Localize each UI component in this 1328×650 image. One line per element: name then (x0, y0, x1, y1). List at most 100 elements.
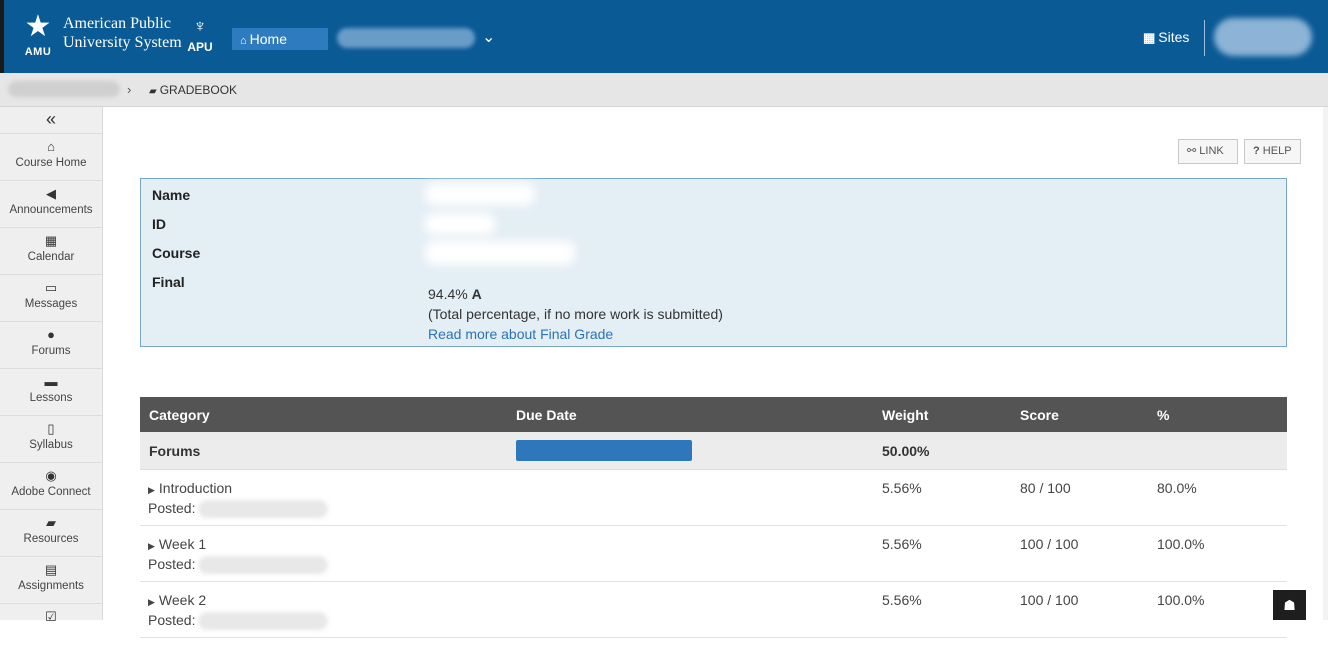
category-weight: 50.00% (882, 443, 930, 459)
assignment-name: Week 2 (158, 592, 207, 608)
home-icon: ⌂ (240, 35, 247, 47)
id-label: ID (152, 216, 166, 232)
due-date-redacted (516, 440, 692, 461)
gradebook-table: Category Due Date Weight Score % Forums … (140, 397, 1287, 638)
sidebar-item-lessons[interactable]: ▬ Lessons (0, 368, 102, 415)
column-header-percent[interactable]: % (1157, 407, 1169, 423)
sidebar-item-resources[interactable]: ▰ Resources (0, 509, 102, 556)
sidebar-item-label: Calendar (27, 251, 75, 263)
posted-date-redacted (198, 556, 328, 574)
final-letter: A (471, 286, 482, 302)
grid-icon: ▦ (1143, 30, 1156, 45)
sidebar-item-adobe-connect[interactable]: ◉ Adobe Connect (0, 462, 102, 509)
category-row: Forums 50.00% (140, 432, 1287, 470)
sidebar-item-calendar[interactable]: ▦ Calendar (0, 227, 102, 274)
sidebar-item-label: Messages (24, 298, 78, 310)
column-header-due-date[interactable]: Due Date (516, 407, 577, 423)
folder-icon: ▰ (46, 515, 56, 530)
header-divider (1204, 20, 1205, 56)
home-icon: ⌂ (47, 139, 55, 154)
sidebar-item-label: Adobe Connect (11, 486, 91, 498)
sidebar-item-assignments[interactable]: ▤ Assignments (0, 556, 102, 603)
assignment-score: 80 / 100 (1020, 480, 1071, 496)
globe-icon: ◉ (45, 468, 57, 483)
help-button[interactable]: ? HELP (1244, 139, 1301, 164)
caret-right-icon: ▶ (148, 597, 155, 607)
posted-label: Posted: (148, 612, 196, 628)
sidebar-item-label: Assignments (18, 580, 84, 592)
sidebar-item-messages[interactable]: ▭ Messages (0, 274, 102, 321)
table-row: ▶ Introduction Posted: 5.56% 80 / 100 80.… (140, 470, 1287, 526)
chat-button[interactable]: ☗ (1273, 590, 1306, 620)
final-label: Final (152, 274, 185, 290)
sidebar-item-label: Announcements (9, 204, 93, 216)
sidebar-item-next[interactable]: ☑ (0, 603, 102, 650)
question-icon: ? (1253, 145, 1260, 157)
assignment-toggle[interactable]: ▶ Introduction (148, 480, 232, 496)
star-icon: ★ (24, 10, 52, 43)
posted-date-redacted (198, 500, 328, 518)
sidebar-item-syllabus[interactable]: ▯ Syllabus (0, 415, 102, 462)
final-percent: 94.4% (428, 286, 468, 302)
chat-icon: ☗ (1283, 597, 1296, 613)
university-name[interactable]: American Public University System (63, 14, 182, 52)
amu-abbr: AMU (24, 46, 52, 58)
breadcrumb-current-label: GRADEBOOK (159, 83, 238, 97)
assignment-toggle[interactable]: ▶ Week 2 (148, 592, 206, 608)
amu-logo[interactable]: ★ AMU (18, 10, 58, 59)
table-row: ▶ Week 2 Posted: 5.56% 100 / 100 100.0% (140, 582, 1287, 638)
bullhorn-icon: ◀ (46, 186, 56, 201)
breadcrumb-course-redacted[interactable] (8, 81, 120, 97)
logo-line-2: University System (63, 34, 182, 51)
column-header-score[interactable]: Score (1020, 407, 1059, 423)
collapse-sidebar-button[interactable]: « (0, 107, 102, 133)
sites-button[interactable]: ▦ Sites (1143, 29, 1189, 46)
name-label: Name (152, 187, 191, 203)
help-label: HELP (1262, 145, 1292, 157)
category-name: Forums (149, 443, 201, 459)
caret-right-icon: ▶ (148, 541, 155, 551)
course-label: Course (152, 245, 201, 261)
course-selector-redacted[interactable] (337, 28, 475, 48)
scrollbar[interactable] (1323, 107, 1328, 620)
assignment-weight: 5.56% (882, 592, 922, 608)
assignment-toggle[interactable]: ▶ Week 1 (148, 536, 206, 552)
assignment-name: Week 1 (158, 536, 207, 552)
sidebar-item-label: Forums (31, 345, 71, 357)
posted-label: Posted: (148, 556, 196, 572)
book-icon: ▰ (149, 86, 157, 97)
sidebar: « ⌂ Course Home ◀ Announcements ▦ Calend… (0, 107, 103, 624)
home-label: Home (249, 31, 288, 47)
final-note: (Total percentage, if no more work is su… (428, 306, 723, 322)
sidebar-item-course-home[interactable]: ⌂ Course Home (0, 133, 102, 180)
breadcrumb: › ▰ GRADEBOOK (0, 73, 1328, 107)
sidebar-item-label: Lessons (29, 392, 73, 404)
calendar-icon: ▦ (44, 233, 58, 248)
assignment-name: Introduction (158, 480, 233, 496)
top-header: ★ AMU American Public University System … (0, 0, 1328, 73)
sidebar-item-label: Resources (23, 533, 79, 545)
link-button[interactable]: ⚯ LINK (1178, 139, 1238, 164)
chevron-down-icon[interactable]: ⌄ (482, 27, 495, 47)
file-icon: ▤ (44, 562, 58, 577)
assignment-score: 100 / 100 (1020, 592, 1079, 608)
student-name-redacted (425, 183, 535, 205)
user-menu-redacted[interactable] (1214, 18, 1312, 56)
sidebar-item-label: Course Home (15, 157, 87, 169)
sidebar-item-announcements[interactable]: ◀ Announcements (0, 180, 102, 227)
link-icon: ⚯ (1187, 145, 1197, 157)
breadcrumb-current: ▰ GRADEBOOK (149, 83, 237, 97)
caret-right-icon: ▶ (148, 485, 155, 495)
sidebar-item-forums[interactable]: ● Forums (0, 321, 102, 368)
assignment-weight: 5.56% (882, 480, 922, 496)
column-header-weight[interactable]: Weight (882, 407, 928, 423)
logo-line-1: American Public (63, 15, 171, 32)
column-header-category[interactable]: Category (149, 407, 210, 423)
link-label: LINK (1199, 145, 1224, 157)
final-grade-link[interactable]: Read more about Final Grade (428, 324, 723, 344)
student-id-redacted (425, 213, 495, 235)
home-button[interactable]: ⌂ Home (232, 28, 328, 50)
table-header: Category Due Date Weight Score % (140, 397, 1287, 432)
apu-logo[interactable]: ♆ APU (182, 14, 218, 58)
posted-label: Posted: (148, 500, 196, 516)
